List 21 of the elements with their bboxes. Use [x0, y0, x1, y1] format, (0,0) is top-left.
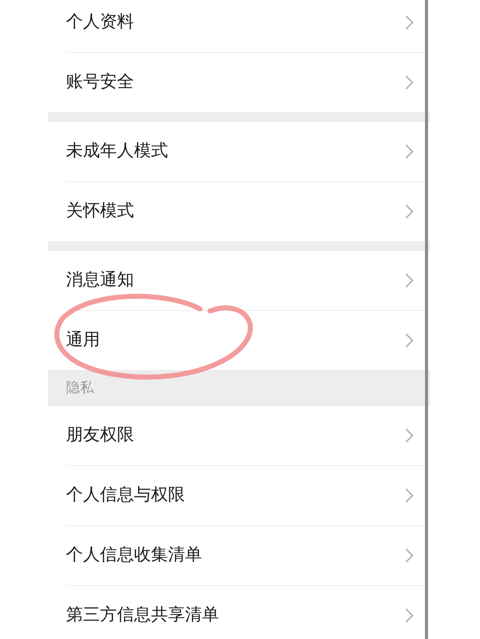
- chevron-icon: [405, 548, 414, 563]
- chevron-icon: [405, 144, 414, 159]
- chevron-icon: [405, 15, 414, 30]
- chevron-icon: [405, 333, 414, 348]
- chevron-icon: [405, 75, 414, 90]
- row-label: 账号安全: [66, 70, 134, 94]
- row-label: 朋友权限: [66, 424, 134, 447]
- row-label: 未成年人模式: [66, 140, 168, 163]
- row-label: 个人信息收集清单: [66, 544, 202, 567]
- chevron-icon: [405, 488, 414, 503]
- section-title: 隐私: [66, 378, 94, 398]
- row-label: 通用: [66, 328, 100, 352]
- chevron-icon: [405, 204, 414, 219]
- row-label: 第三方信息共享清单: [66, 604, 219, 627]
- row-label: 消息通知: [66, 268, 134, 292]
- row-label: 关怀模式: [66, 200, 134, 223]
- row-label: 个人信息与权限: [66, 484, 185, 507]
- chevron-icon: [405, 428, 414, 443]
- chevron-icon: [405, 608, 414, 623]
- chevron-icon: [405, 273, 414, 288]
- row-label: 个人资料: [66, 10, 134, 34]
